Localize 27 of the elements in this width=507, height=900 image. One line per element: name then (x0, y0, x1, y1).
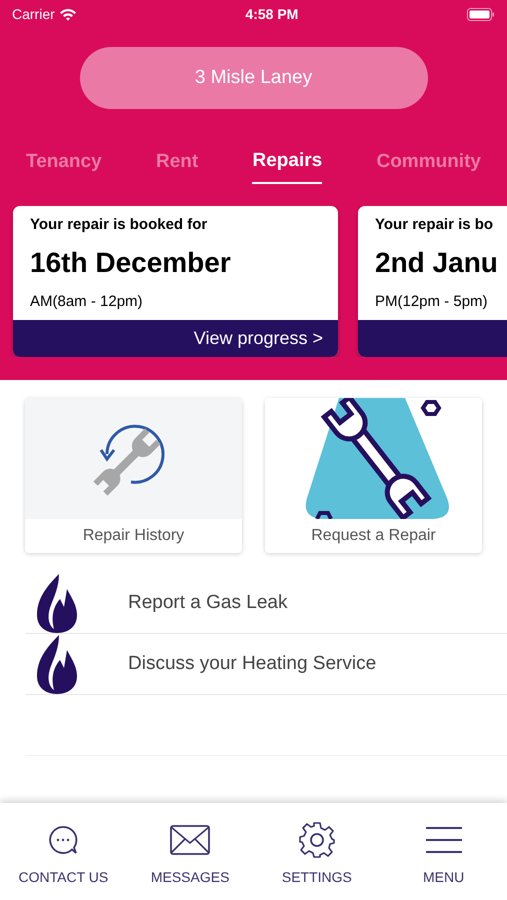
wifi-icon (58, 8, 77, 20)
flame-icon (34, 634, 80, 694)
mail-icon (170, 825, 210, 855)
nav-tab[interactable]: MENU (380, 803, 507, 900)
booking-heading: Your repair is bo (374, 214, 494, 234)
tile-button[interactable]: Repair History (25, 398, 242, 553)
flame-icon (34, 572, 80, 634)
nav-tab[interactable]: MESSAGES (126, 803, 254, 900)
booking-heading: Your repair is booked for (29, 214, 208, 234)
booking-date: 2nd Janu (374, 246, 499, 280)
battery-icon (466, 8, 495, 20)
wrench-history-icon (25, 398, 242, 519)
tile-button[interactable]: Request a Repair (265, 398, 482, 553)
carrier-text: Carrier (12, 4, 55, 24)
service-row[interactable]: Report a Gas Leak (26, 573, 507, 634)
service-row[interactable]: Discuss your Heating Service (26, 634, 507, 695)
booking-time-slot: PM(12pm - 5pm) (358, 284, 507, 314)
view-progress-button[interactable]: View progress > (13, 320, 338, 356)
nav-tab[interactable]: CONTACT US (0, 803, 127, 900)
booking-time-slot: AM(8am - 12pm) (13, 284, 338, 314)
nav-tab[interactable]: SETTINGS (254, 803, 380, 900)
settings-icon (298, 821, 336, 859)
menu-icon (424, 825, 463, 855)
time-text: 4:58 PM (245, 4, 298, 24)
tab[interactable]: Repairs (252, 147, 322, 184)
chat-icon (47, 824, 80, 856)
booking-date: 16th December (29, 246, 232, 280)
